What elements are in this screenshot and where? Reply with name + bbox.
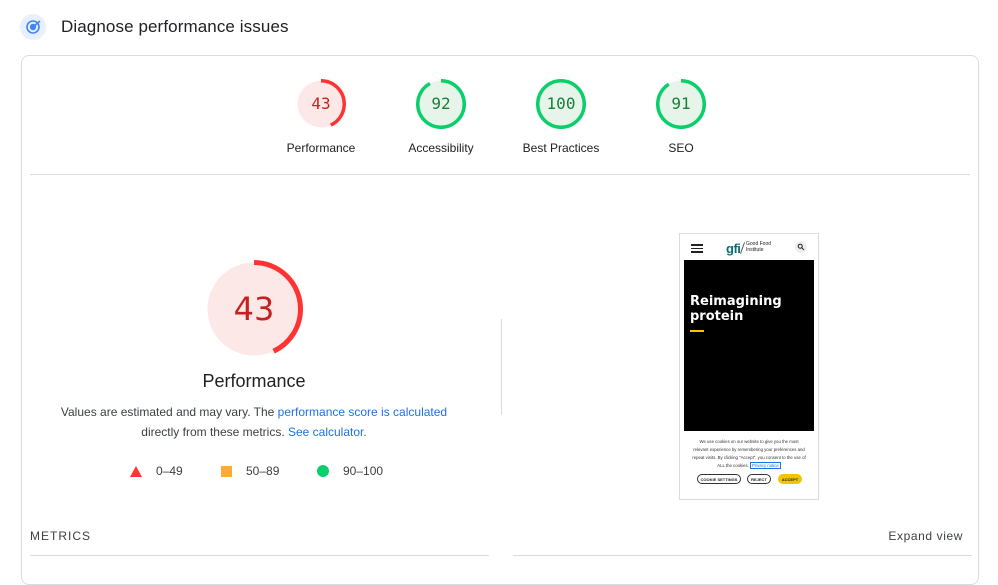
gauge-label: Accessibility [408, 141, 474, 155]
desc-text: directly from these metrics. [141, 425, 288, 439]
see-calculator-link[interactable]: See calculator. [288, 425, 367, 439]
page-screenshot-thumbnail: gfi Good Food Institute Reimagining prot… [679, 233, 819, 500]
gauge-ring: 91 [655, 78, 707, 130]
search-icon [795, 241, 807, 253]
gauge-label: Performance [286, 141, 356, 155]
cookie-banner-text: We use cookies on our website to give yo… [692, 438, 806, 470]
site-hero: Reimagining protein [684, 260, 814, 431]
gauge-seo[interactable]: 91 SEO [621, 78, 741, 155]
report-card: 43 Performance 92 Accessibility 100 Best… [21, 55, 979, 585]
score-calculated-link[interactable]: performance score is calculated [278, 405, 447, 419]
legend-label: 90–100 [343, 464, 384, 478]
legend-item-fail: 0–49 [130, 462, 183, 480]
cookie-settings-button: COOKIE SETTINGS [697, 474, 741, 484]
circle-icon [317, 465, 329, 477]
cookie-text: We use cookies on our website to give yo… [692, 439, 806, 468]
legend-label: 0–49 [156, 464, 183, 478]
divider [30, 174, 970, 175]
gauge-ring: 92 [415, 78, 467, 130]
gauge-score: 92 [431, 94, 451, 113]
desc-text: Values are estimated and may vary. The [60, 405, 278, 419]
score-description: Values are estimated and may vary. The p… [54, 402, 454, 442]
site-logo: gfi [726, 241, 741, 256]
legend-label: 50–89 [246, 464, 280, 478]
lighthouse-icon [20, 14, 46, 40]
gauge-label: Best Practices [522, 141, 600, 155]
gauge-accessibility[interactable]: 92 Accessibility [381, 78, 501, 155]
hero-title: Reimagining protein [690, 294, 782, 324]
reject-button: REJECT [747, 474, 771, 484]
square-icon [221, 465, 232, 477]
hamburger-icon [691, 244, 703, 255]
expand-view-button[interactable]: Expand view [888, 529, 963, 543]
performance-title: Performance [202, 371, 306, 391]
triangle-icon [130, 465, 142, 477]
gauge-score: 91 [671, 94, 691, 113]
site-topbar: gfi Good Food Institute [680, 234, 818, 260]
score-gauges: 43 Performance 92 Accessibility 100 Best… [22, 56, 978, 174]
gauge-label: SEO [668, 141, 694, 155]
gauge-score: 100 [546, 94, 576, 113]
gauge-best-practices[interactable]: 100 Best Practices [501, 78, 621, 155]
section-header: Diagnose performance issues [20, 12, 289, 42]
legend-item-pass: 90–100 [317, 462, 383, 480]
privacy-notice-link: Privacy notice [750, 462, 781, 469]
logo-divider [739, 242, 746, 254]
divider [513, 555, 972, 556]
section-title: Diagnose performance issues [61, 17, 289, 36]
metrics-heading: METRICS [30, 529, 91, 543]
accept-button: ACCEPT [778, 474, 802, 484]
legend-item-average: 50–89 [221, 462, 279, 480]
gauge-performance[interactable]: 43 Performance [261, 78, 381, 155]
gauge-score: 43 [311, 94, 331, 113]
divider [30, 555, 489, 556]
performance-score: 43 [233, 290, 275, 328]
site-logo-text: Good Food Institute [746, 241, 772, 253]
gauge-ring: 100 [535, 78, 587, 130]
hero-accent-bar [690, 330, 704, 332]
gauge-ring: 43 [295, 78, 347, 130]
vertical-divider [501, 319, 502, 415]
performance-big-gauge: 43 [204, 259, 304, 359]
